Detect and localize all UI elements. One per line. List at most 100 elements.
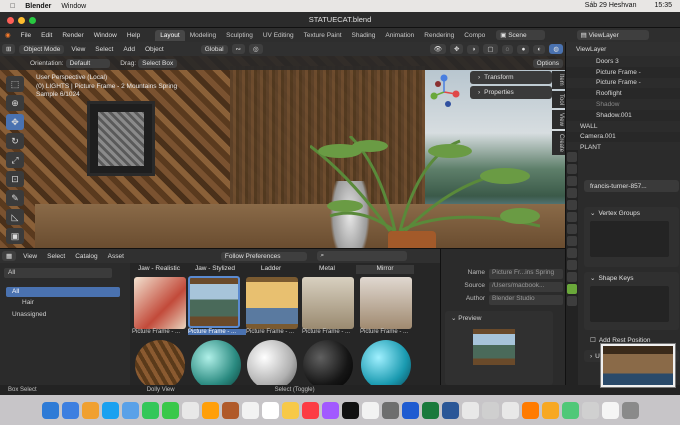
- transform-panel-header[interactable]: › Transform: [470, 71, 552, 84]
- material-thumbnail[interactable]: [247, 340, 297, 390]
- dock-app-icon[interactable]: [301, 401, 319, 419]
- select-box-tool-icon[interactable]: ⬚: [6, 76, 24, 92]
- render-thumbnail-popup[interactable]: [600, 343, 676, 388]
- particles-props-icon[interactable]: [567, 248, 577, 258]
- options-dropdown[interactable]: Options: [532, 58, 563, 68]
- navigation-gizmo[interactable]: [426, 74, 462, 110]
- object-props-icon[interactable]: [567, 224, 577, 234]
- dock-app-icon[interactable]: [361, 401, 379, 419]
- tab-sculpting[interactable]: Sculpting: [221, 30, 258, 41]
- dock-app-icon[interactable]: [81, 401, 99, 419]
- object-menu[interactable]: Object: [140, 46, 169, 53]
- menu-window[interactable]: Window: [89, 32, 122, 39]
- mode-selector[interactable]: Object Mode: [19, 44, 65, 54]
- asset-source-field[interactable]: /Users/macbook...: [489, 282, 563, 292]
- shape-keys-header[interactable]: ⌄ Shape Keys: [584, 272, 679, 284]
- asset-thumbnail[interactable]: [302, 277, 354, 329]
- catalog-item-all[interactable]: All: [6, 287, 120, 297]
- dock-app-icon[interactable]: [221, 401, 239, 419]
- material-props-icon[interactable]: [567, 296, 577, 306]
- tab-texture-paint[interactable]: Texture Paint: [299, 30, 347, 41]
- tab-tool[interactable]: Tool: [552, 90, 565, 108]
- vertex-groups-header[interactable]: ⌄ Vertex Groups: [584, 207, 679, 219]
- asset-search-input[interactable]: ⌕: [316, 251, 407, 261]
- material-thumbnail[interactable]: [191, 340, 241, 390]
- overlay-icon[interactable]: ◑: [467, 44, 480, 54]
- dock-app-icon[interactable]: [321, 401, 339, 419]
- app-menu[interactable]: Blender: [25, 3, 51, 10]
- constraints-props-icon[interactable]: [567, 272, 577, 282]
- dock-app-icon[interactable]: [441, 401, 459, 419]
- asset-thumbnail-selected[interactable]: [188, 276, 240, 328]
- orientation-selector[interactable]: Default: [65, 58, 111, 68]
- dock-app-icon[interactable]: [41, 401, 59, 419]
- scale-tool-icon[interactable]: ⤢: [6, 152, 24, 168]
- dock-app-icon[interactable]: [141, 401, 159, 419]
- outliner-row[interactable]: Rooflight: [566, 88, 680, 99]
- menu-file[interactable]: File: [16, 32, 36, 39]
- data-props-icon[interactable]: [567, 284, 577, 294]
- render-props-icon[interactable]: [567, 164, 577, 174]
- dock-app-icon[interactable]: [101, 401, 119, 419]
- tab-compositing[interactable]: Compo: [459, 30, 490, 41]
- asset-author-field[interactable]: Blender Studio: [489, 295, 563, 305]
- select-menu[interactable]: Select: [90, 46, 118, 53]
- window-menu[interactable]: Window: [61, 3, 86, 10]
- minimize-window-button[interactable]: [18, 17, 25, 24]
- visibility-icon[interactable]: 👁: [429, 44, 447, 54]
- output-props-icon[interactable]: [567, 176, 577, 186]
- dock-app-icon[interactable]: [601, 401, 619, 419]
- outliner-row[interactable]: Camera.001: [566, 132, 680, 143]
- asset-asset-menu[interactable]: Asset: [103, 253, 129, 260]
- menu-render[interactable]: Render: [57, 32, 88, 39]
- snap-icon[interactable]: ∾: [231, 44, 245, 54]
- world-props-icon[interactable]: [567, 212, 577, 222]
- outliner-row[interactable]: Picture Frame -: [566, 67, 680, 78]
- transform-tool-icon[interactable]: ⊡: [6, 171, 24, 187]
- outliner-row[interactable]: Doors 3: [566, 56, 680, 67]
- tab-create[interactable]: Create: [552, 130, 565, 155]
- gizmo-toggle-icon[interactable]: ✥: [450, 44, 464, 54]
- dock-app-icon[interactable]: [541, 401, 559, 419]
- asset-thumbnail[interactable]: [246, 277, 298, 329]
- tab-rendering[interactable]: Rendering: [419, 30, 459, 41]
- view-menu[interactable]: View: [66, 46, 90, 53]
- measure-tool-icon[interactable]: ◺: [6, 209, 24, 225]
- move-tool-icon[interactable]: ✥: [6, 114, 24, 130]
- vertex-groups-list[interactable]: [590, 221, 669, 257]
- shading-rendered-icon[interactable]: ◍: [549, 44, 563, 54]
- material-thumbnail[interactable]: [135, 340, 185, 390]
- viewlayer-selector[interactable]: ▤ ViewLayer: [576, 30, 649, 40]
- close-window-button[interactable]: [7, 17, 14, 24]
- asset-thumbnail[interactable]: [360, 277, 412, 329]
- dock-app-icon[interactable]: [421, 401, 439, 419]
- dock-app-icon[interactable]: [341, 401, 359, 419]
- material-thumbnail[interactable]: [361, 340, 411, 390]
- apple-menu-icon[interactable]: : [10, 3, 15, 10]
- add-menu[interactable]: Add: [118, 46, 140, 53]
- tab-layout[interactable]: Layout: [155, 29, 185, 41]
- menu-edit[interactable]: Edit: [36, 32, 57, 39]
- dock-app-icon[interactable]: [561, 401, 579, 419]
- tab-view[interactable]: View: [552, 109, 565, 129]
- asset-view-menu[interactable]: View: [18, 253, 42, 260]
- tool-props-icon[interactable]: [567, 152, 577, 162]
- dock-app-icon[interactable]: [241, 401, 259, 419]
- blender-logo-icon[interactable]: ◉: [0, 31, 16, 39]
- xray-icon[interactable]: ▢: [483, 44, 498, 54]
- preview-header[interactable]: ⌄ Preview: [445, 311, 553, 325]
- outliner-row[interactable]: WALL: [566, 120, 680, 132]
- dock-app-icon[interactable]: [521, 401, 539, 419]
- dock-app-icon[interactable]: [381, 401, 399, 419]
- drag-selector[interactable]: Select Box: [138, 58, 178, 68]
- zoom-window-button[interactable]: [29, 17, 36, 24]
- dock-app-icon[interactable]: [481, 401, 499, 419]
- shading-wireframe-icon[interactable]: ◌: [501, 44, 514, 54]
- dock-app-icon[interactable]: [581, 401, 599, 419]
- dock-app-icon[interactable]: [401, 401, 419, 419]
- dock-app-icon[interactable]: [281, 401, 299, 419]
- asset-thumbnail[interactable]: [134, 277, 186, 329]
- editor-type-button[interactable]: ⊞: [2, 44, 16, 54]
- catalog-item-unassigned[interactable]: Unassigned: [6, 310, 120, 320]
- dock-app-icon[interactable]: [501, 401, 519, 419]
